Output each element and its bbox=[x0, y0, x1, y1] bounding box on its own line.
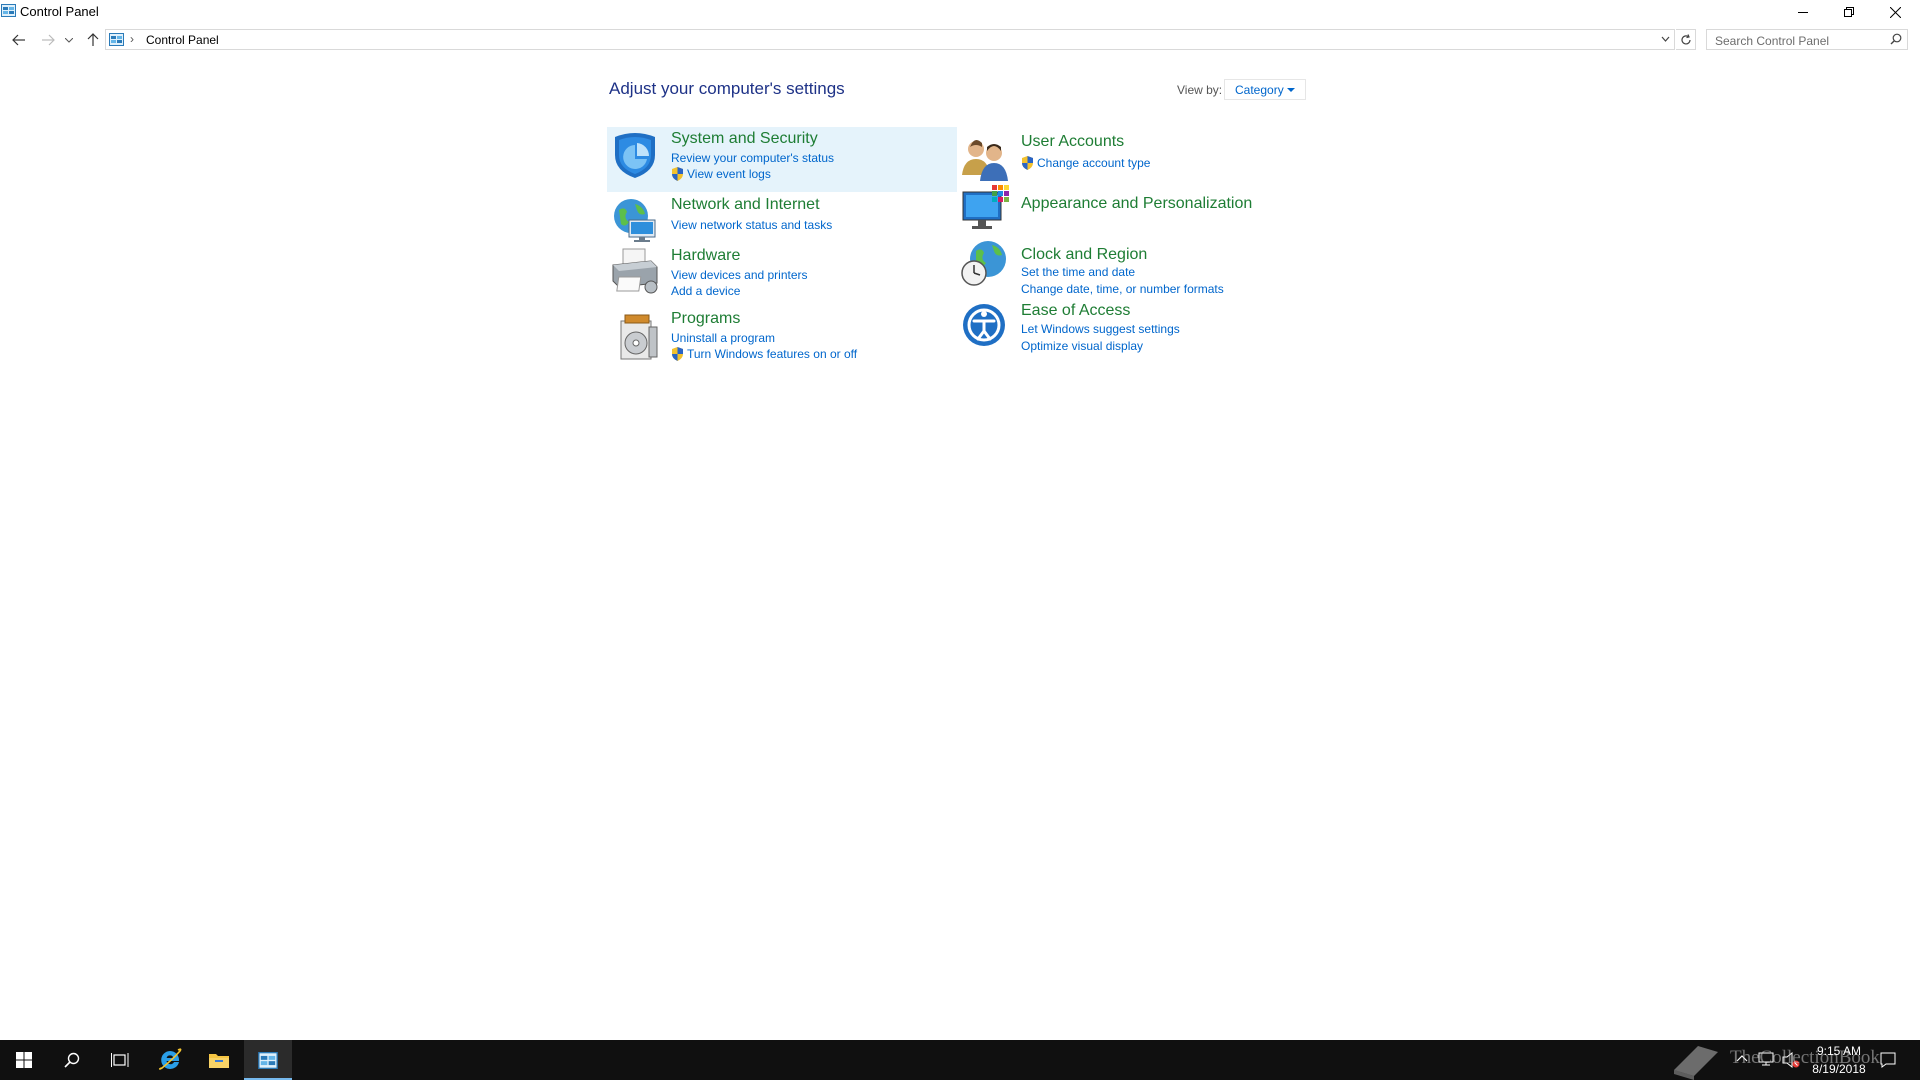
uac-shield-icon bbox=[672, 347, 683, 361]
category-title[interactable]: Appearance and Personalization bbox=[1021, 195, 1252, 213]
control-panel-taskbar-button[interactable] bbox=[244, 1040, 292, 1080]
refresh-button[interactable] bbox=[1676, 29, 1696, 50]
category-clock-and-region[interactable]: Clock and Region Set the time and date C… bbox=[957, 239, 1307, 296]
category-ease-of-access[interactable]: Ease of Access Let Windows suggest setti… bbox=[957, 302, 1307, 354]
navigation-bar: › Control Panel bbox=[0, 26, 1920, 53]
link-text[interactable]: Change account type bbox=[1037, 156, 1150, 170]
minimize-icon bbox=[1798, 12, 1808, 13]
category-title[interactable]: Hardware bbox=[671, 247, 740, 265]
view-network-status-link[interactable]: View network status and tasks bbox=[671, 218, 832, 232]
link-text[interactable]: Turn Windows features on or off bbox=[687, 347, 857, 361]
book-logo-icon bbox=[1674, 1046, 1718, 1080]
chevron-down-icon bbox=[65, 37, 73, 43]
close-icon bbox=[1889, 6, 1901, 18]
breadcrumb[interactable]: Control Panel bbox=[146, 33, 219, 47]
search-icon bbox=[64, 1052, 80, 1068]
category-title[interactable]: Network and Internet bbox=[671, 196, 820, 214]
up-arrow-icon bbox=[87, 33, 99, 46]
address-dropdown-icon[interactable] bbox=[1661, 34, 1670, 44]
uninstall-program-link[interactable]: Uninstall a program bbox=[671, 331, 775, 345]
breadcrumb-chevron-icon[interactable]: › bbox=[130, 32, 134, 46]
up-button[interactable] bbox=[83, 30, 103, 50]
windows-logo-icon bbox=[16, 1052, 32, 1068]
set-time-date-link[interactable]: Set the time and date bbox=[1021, 265, 1135, 279]
category-title[interactable]: Ease of Access bbox=[1021, 302, 1130, 320]
search-input[interactable] bbox=[1713, 31, 1887, 50]
uac-shield-icon bbox=[1022, 156, 1033, 170]
uac-shield-icon bbox=[672, 167, 683, 181]
category-system-and-security[interactable]: System and Security Review your computer… bbox=[607, 127, 957, 192]
windows-features-link[interactable]: Turn Windows features on or off bbox=[671, 347, 857, 361]
clock-date[interactable]: 8/19/2018 bbox=[1808, 1062, 1870, 1076]
internet-explorer-button[interactable] bbox=[146, 1040, 194, 1080]
forward-button[interactable] bbox=[38, 30, 58, 50]
view-by-value: Category bbox=[1235, 83, 1284, 97]
taskbar bbox=[0, 1040, 1920, 1080]
address-bar[interactable]: › Control Panel bbox=[105, 29, 1675, 50]
control-panel-icon bbox=[1, 4, 16, 17]
restore-button[interactable] bbox=[1826, 0, 1872, 24]
search-icon[interactable] bbox=[1890, 33, 1902, 45]
minimize-button[interactable] bbox=[1780, 0, 1826, 24]
task-view-icon bbox=[111, 1053, 129, 1067]
category-title[interactable]: User Accounts bbox=[1021, 133, 1124, 151]
change-formats-link[interactable]: Change date, time, or number formats bbox=[1021, 282, 1224, 296]
category-title[interactable]: Programs bbox=[671, 310, 740, 328]
dropdown-caret-icon bbox=[1287, 88, 1295, 92]
control-panel-icon bbox=[258, 1051, 278, 1069]
control-panel-icon bbox=[109, 33, 124, 46]
back-arrow-icon bbox=[12, 34, 25, 46]
restore-icon bbox=[1844, 7, 1854, 17]
clock-time[interactable]: 9:15 AM bbox=[1808, 1044, 1870, 1058]
category-appearance-and-personalization[interactable]: Appearance and Personalization bbox=[957, 184, 1307, 232]
review-status-link[interactable]: Review your computer's status bbox=[671, 151, 834, 165]
category-network-and-internet[interactable]: Network and Internet View network status… bbox=[607, 196, 957, 244]
category-title[interactable]: System and Security bbox=[671, 130, 818, 148]
category-title[interactable]: Clock and Region bbox=[1021, 246, 1147, 264]
ease-of-access-icon bbox=[963, 304, 1005, 346]
optimize-display-link[interactable]: Optimize visual display bbox=[1021, 339, 1143, 353]
view-by-label: View by: bbox=[1177, 83, 1223, 97]
view-event-logs-link[interactable]: View event logs bbox=[671, 167, 771, 181]
suggest-settings-link[interactable]: Let Windows suggest settings bbox=[1021, 322, 1180, 336]
close-button[interactable] bbox=[1872, 0, 1918, 24]
change-account-type-link[interactable]: Change account type bbox=[1021, 156, 1150, 170]
users-icon bbox=[962, 140, 1008, 181]
monitor-palette-icon bbox=[962, 185, 1009, 229]
file-explorer-button[interactable] bbox=[195, 1040, 243, 1080]
printer-icon bbox=[612, 248, 658, 294]
recent-locations-button[interactable] bbox=[62, 30, 76, 50]
view-by-dropdown[interactable]: Category bbox=[1224, 79, 1306, 100]
add-device-link[interactable]: Add a device bbox=[671, 284, 740, 298]
search-button[interactable] bbox=[48, 1040, 96, 1080]
refresh-icon bbox=[1680, 33, 1691, 44]
forward-arrow-icon bbox=[42, 34, 55, 46]
back-button[interactable] bbox=[9, 30, 29, 50]
start-button[interactable] bbox=[0, 1040, 48, 1080]
task-view-button[interactable] bbox=[96, 1040, 144, 1080]
network-globe-icon bbox=[614, 199, 656, 242]
category-user-accounts[interactable]: User Accounts Change account type bbox=[957, 131, 1307, 181]
shield-icon bbox=[615, 133, 655, 178]
window-title: Control Panel bbox=[20, 4, 99, 19]
view-devices-printers-link[interactable]: View devices and printers bbox=[671, 268, 808, 282]
search-box[interactable] bbox=[1706, 29, 1908, 50]
action-center-icon[interactable] bbox=[1880, 1052, 1896, 1068]
clock-globe-icon bbox=[961, 241, 1006, 286]
title-bar: Control Panel bbox=[0, 0, 1920, 24]
category-hardware[interactable]: Hardware View devices and printers Add a… bbox=[607, 245, 957, 298]
page-title: Adjust your computer's settings bbox=[609, 79, 845, 98]
folder-icon bbox=[209, 1054, 229, 1068]
programs-disc-icon bbox=[620, 314, 658, 360]
internet-explorer-icon bbox=[158, 1048, 182, 1070]
link-text[interactable]: View event logs bbox=[687, 167, 771, 181]
category-programs[interactable]: Programs Uninstall a program Turn Window… bbox=[607, 309, 957, 367]
